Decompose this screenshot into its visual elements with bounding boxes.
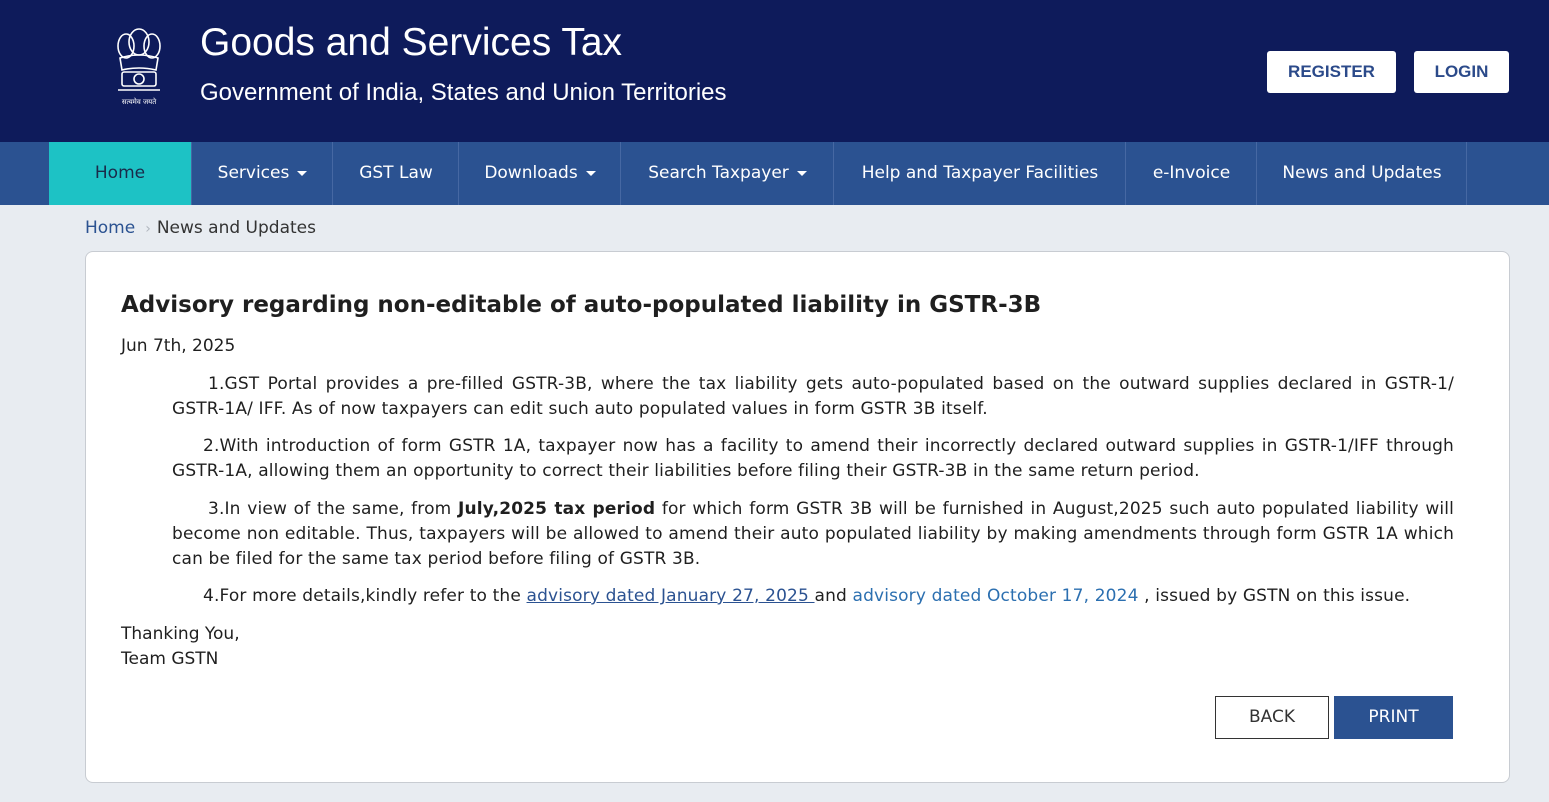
register-button[interactable]: REGISTER xyxy=(1267,51,1396,93)
advisory-paragraph-1: 1.GST Portal provides a pre-filled GSTR-… xyxy=(172,374,1454,419)
nav-item-news[interactable]: News and Updates xyxy=(1258,142,1467,205)
nav-item-label: Help and Taxpayer Facilities xyxy=(861,163,1099,183)
back-button[interactable]: BACK xyxy=(1215,696,1329,739)
print-button[interactable]: PRINT xyxy=(1334,696,1453,739)
site-subtitle: Government of India, States and Union Te… xyxy=(200,79,727,106)
nav-item-label: Downloads xyxy=(484,163,578,183)
breadcrumb-current: News and Updates xyxy=(156,218,316,238)
nav-item-label: Home xyxy=(94,163,146,183)
nav-item-label: e-Invoice xyxy=(1152,163,1231,183)
advisory-paragraph-4: 4.For more details,kindly refer to the a… xyxy=(172,584,1454,609)
india-emblem-icon[interactable]: सत्यमेव जयते xyxy=(110,20,168,110)
caret-down-icon xyxy=(585,170,596,176)
nav-item-home[interactable]: Home xyxy=(49,142,192,205)
nav-item-downloads[interactable]: Downloads xyxy=(460,142,621,205)
advisory-card: Advisory regarding non-editable of auto-… xyxy=(85,251,1510,783)
paragraph-text: 4.For more details,kindly refer to the xyxy=(203,586,527,606)
breadcrumb-home-link[interactable]: Home xyxy=(85,218,135,238)
main-nav: Home Services GST Law Downloads Search T… xyxy=(0,142,1549,205)
caret-down-icon xyxy=(297,170,308,176)
nav-item-e-invoice[interactable]: e-Invoice xyxy=(1127,142,1257,205)
advisory-date: Jun 7th, 2025 xyxy=(121,336,236,356)
advisory-title: Advisory regarding non-editable of auto-… xyxy=(121,292,1042,318)
nav-item-services[interactable]: Services xyxy=(193,142,333,205)
paragraph-text: , issued by GSTN on this issue. xyxy=(1138,586,1411,606)
paragraph-text: 3.In view of the same, from xyxy=(208,499,458,519)
closing: Thanking You, Team GSTN xyxy=(121,622,240,672)
chevron-right-icon: › xyxy=(145,221,151,237)
advisory-paragraph-2: 2.With introduction of form GSTR 1A, tax… xyxy=(172,436,1454,481)
nav-item-label: Search Taxpayer xyxy=(648,163,789,183)
advisory-oct-2024-link[interactable]: advisory dated October 17, 2024 xyxy=(853,586,1139,606)
advisory-paragraph-3: 3.In view of the same, from July,2025 ta… xyxy=(172,497,1454,572)
tax-period-highlight: July,2025 tax period xyxy=(458,499,656,519)
nav-item-help[interactable]: Help and Taxpayer Facilities xyxy=(835,142,1126,205)
nav-item-label: GST Law xyxy=(359,163,433,183)
login-button[interactable]: LOGIN xyxy=(1414,51,1509,93)
breadcrumb: Home › News and Updates xyxy=(85,216,316,240)
emblem-motto: सत्यमेव जयते xyxy=(122,97,157,106)
caret-down-icon xyxy=(796,170,807,176)
site-title: Goods and Services Tax xyxy=(200,21,623,64)
nav-item-label: News and Updates xyxy=(1282,163,1442,183)
paragraph-text: and xyxy=(814,586,853,606)
closing-signature: Team GSTN xyxy=(121,649,219,669)
site-header: सत्यमेव जयते Goods and Services Tax Gove… xyxy=(0,0,1549,142)
nav-item-label: Services xyxy=(217,163,290,183)
nav-item-search-taxpayer[interactable]: Search Taxpayer xyxy=(622,142,834,205)
advisory-jan-2025-link[interactable]: advisory dated January 27, 2025 xyxy=(527,586,815,606)
closing-thanks: Thanking You, xyxy=(121,624,240,644)
nav-item-gst-law[interactable]: GST Law xyxy=(334,142,459,205)
